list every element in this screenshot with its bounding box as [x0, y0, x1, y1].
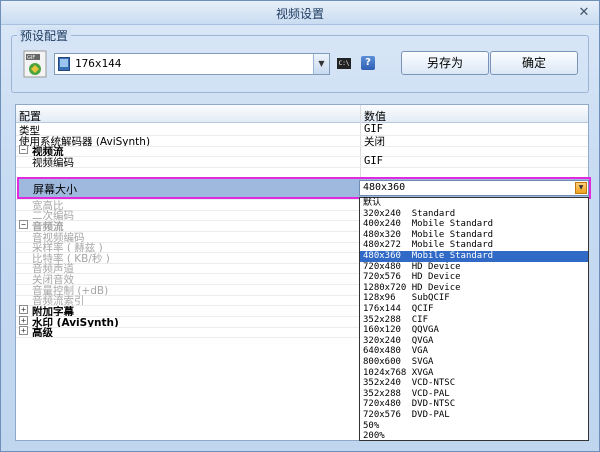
dropdown-option[interactable]: 480x272 Mobile Standard	[360, 240, 588, 251]
grid-row[interactable]: − 视频流	[16, 145, 588, 158]
dropdown-option[interactable]: 128x96 SubQCIF	[360, 293, 588, 304]
video-settings-window: 视频设置 ✕ 预设配置 GIF 176x144 ▼ C:\ ? 另存为 确定 配…	[0, 0, 600, 452]
dropdown-option[interactable]: 1024x768 XVGA	[360, 368, 588, 379]
grid-header: 配置 数值	[16, 105, 588, 123]
dropdown-option[interactable]: 默认	[360, 198, 588, 209]
help-icon[interactable]: ?	[361, 56, 375, 70]
grid-row[interactable]: 使用系统解码器 (AviSynth) 关闭	[16, 135, 588, 148]
grid-row[interactable]: 视频编码 GIF	[16, 154, 588, 169]
preset-select[interactable]: 176x144 ▼	[54, 53, 330, 75]
header-value: 数值	[364, 110, 386, 123]
collapse-icon[interactable]: −	[19, 219, 28, 229]
close-icon[interactable]: ✕	[575, 4, 593, 21]
dropdown-option[interactable]: 720x576 DVD-PAL	[360, 410, 588, 421]
collapse-icon[interactable]: −	[19, 145, 28, 155]
dropdown-option[interactable]: 200%	[360, 431, 588, 442]
expand-icon[interactable]: +	[19, 305, 28, 315]
highlight-box	[17, 177, 591, 199]
dropdown-option[interactable]: 720x480 DVD-NTSC	[360, 399, 588, 410]
row-value: GIF	[364, 154, 383, 167]
dropdown-option[interactable]: 640x480 VGA	[360, 346, 588, 357]
dropdown-option[interactable]: 720x480 HD Device	[360, 262, 588, 273]
header-config: 配置	[19, 110, 41, 123]
preset-value: 176x144	[75, 57, 122, 70]
dropdown-option[interactable]: 176x144 QCIF	[360, 304, 588, 315]
chevron-down-icon[interactable]: ▼	[313, 54, 329, 74]
dropdown-option[interactable]: 400x240 Mobile Standard	[360, 219, 588, 230]
dropdown-option[interactable]: 480x320 Mobile Standard	[360, 230, 588, 241]
dropdown-option[interactable]: 800x600 SVGA	[360, 357, 588, 368]
gif-format-icon: GIF	[23, 50, 47, 78]
window-title: 视频设置	[275, 7, 324, 21]
dropdown-option[interactable]: 50%	[360, 421, 588, 432]
expand-icon[interactable]: +	[19, 326, 28, 336]
preset-group-label: 预设配置	[17, 27, 72, 44]
dropdown-option[interactable]: 160x120 QQVGA	[360, 325, 588, 336]
video-file-icon	[58, 57, 70, 71]
gif-icon-text: GIF	[27, 55, 35, 61]
dropdown-option[interactable]: 720x576 HD Device	[360, 272, 588, 283]
dropdown-option[interactable]: 320x240 Standard	[360, 209, 588, 220]
expand-icon[interactable]: +	[19, 315, 28, 325]
dropdown-option[interactable]: 352x240 VCD-NTSC	[360, 378, 588, 389]
dropdown-option[interactable]: 480x360 Mobile Standard	[360, 251, 588, 262]
screen-size-dropdown[interactable]: 默认 320x240 Standard 400x240 Mobile Standar…	[359, 197, 589, 441]
dropdown-option[interactable]: 352x288 CIF	[360, 315, 588, 326]
ok-button[interactable]: 确定	[490, 51, 578, 75]
title-bar: 视频设置 ✕	[1, 1, 599, 25]
save-as-button[interactable]: 另存为	[401, 51, 489, 75]
dropdown-option[interactable]: 352x288 VCD-PAL	[360, 389, 588, 400]
command-line-icon[interactable]: C:\	[337, 58, 351, 69]
dropdown-option[interactable]: 1280x720 HD Device	[360, 283, 588, 294]
row-divider	[16, 166, 588, 168]
dropdown-option[interactable]: 320x240 QVGA	[360, 336, 588, 347]
